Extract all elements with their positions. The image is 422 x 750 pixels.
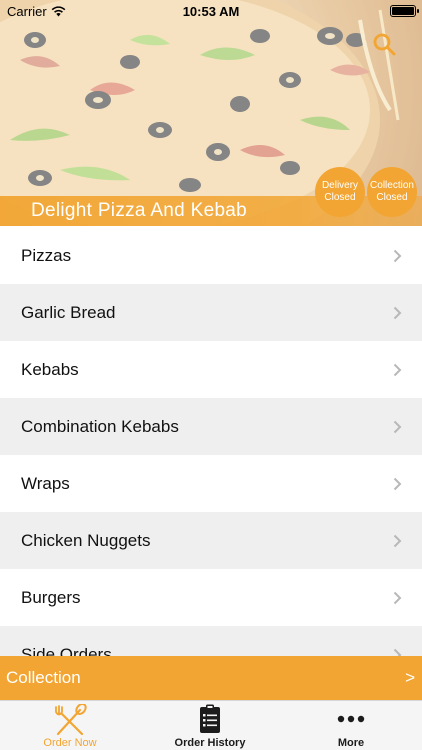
- collection-mode-bar[interactable]: Collection >: [0, 656, 422, 700]
- menu-item-label: Side Orders: [21, 644, 112, 657]
- chevron-right-icon: [393, 477, 402, 491]
- delivery-status-badge: Delivery Closed: [315, 167, 365, 217]
- menu-category-list: Pizzas Garlic Bread Kebabs Combination K…: [0, 227, 422, 656]
- menu-item-burgers[interactable]: Burgers: [0, 569, 422, 626]
- bottom-tab-bar: Order Now Order History More: [0, 700, 422, 750]
- menu-item-side-orders[interactable]: Side Orders: [0, 626, 422, 656]
- tab-label: Order Now: [43, 737, 97, 749]
- chevron-right-icon: [393, 648, 402, 656]
- menu-item-chicken-nuggets[interactable]: Chicken Nuggets: [0, 512, 422, 569]
- menu-item-label: Combination Kebabs: [21, 416, 179, 436]
- battery-icon: [390, 5, 419, 17]
- collection-status-badge: Collection Closed: [367, 167, 417, 217]
- collection-mode-label: Collection: [6, 668, 81, 687]
- restaurant-title: Delight Pizza And Kebab: [31, 200, 248, 221]
- collection-badge-line2: Closed: [376, 192, 408, 203]
- menu-item-label: Garlic Bread: [21, 302, 116, 322]
- more-dots-icon: [337, 715, 365, 723]
- search-button[interactable]: [372, 32, 398, 58]
- tab-label: Order History: [174, 737, 246, 749]
- chevron-right-icon: [393, 420, 402, 434]
- menu-item-label: Pizzas: [21, 245, 72, 265]
- status-time: 10:53 AM: [182, 4, 240, 19]
- tab-label: More: [337, 737, 365, 749]
- menu-item-label: Chicken Nuggets: [21, 530, 151, 550]
- chevron-right-icon: [393, 591, 402, 605]
- menu-item-pizzas[interactable]: Pizzas: [0, 227, 422, 284]
- menu-item-label: Burgers: [21, 587, 81, 607]
- search-icon: [373, 33, 396, 56]
- delivery-badge-line2: Closed: [324, 192, 356, 203]
- collection-arrow-icon: >: [405, 668, 415, 687]
- chevron-right-icon: [393, 306, 402, 320]
- menu-item-kebabs[interactable]: Kebabs: [0, 341, 422, 398]
- status-bar: Carrier 10:53 AM: [0, 0, 422, 22]
- chevron-right-icon: [393, 363, 402, 377]
- menu-item-combination-kebabs[interactable]: Combination Kebabs: [0, 398, 422, 455]
- menu-item-garlic-bread[interactable]: Garlic Bread: [0, 284, 422, 341]
- tab-more[interactable]: More: [281, 701, 421, 750]
- collection-badge-line1: Collection: [370, 180, 414, 191]
- chevron-right-icon: [393, 249, 402, 263]
- tab-order-now[interactable]: Order Now: [0, 701, 140, 750]
- menu-item-label: Kebabs: [21, 359, 79, 379]
- chevron-right-icon: [393, 534, 402, 548]
- tab-order-history[interactable]: Order History: [140, 701, 280, 750]
- menu-item-label: Wraps: [21, 473, 70, 493]
- fork-spoon-icon: [55, 704, 87, 736]
- clipboard-list-icon: [200, 704, 220, 733]
- menu-item-wraps[interactable]: Wraps: [0, 455, 422, 512]
- delivery-badge-line1: Delivery: [321, 180, 359, 191]
